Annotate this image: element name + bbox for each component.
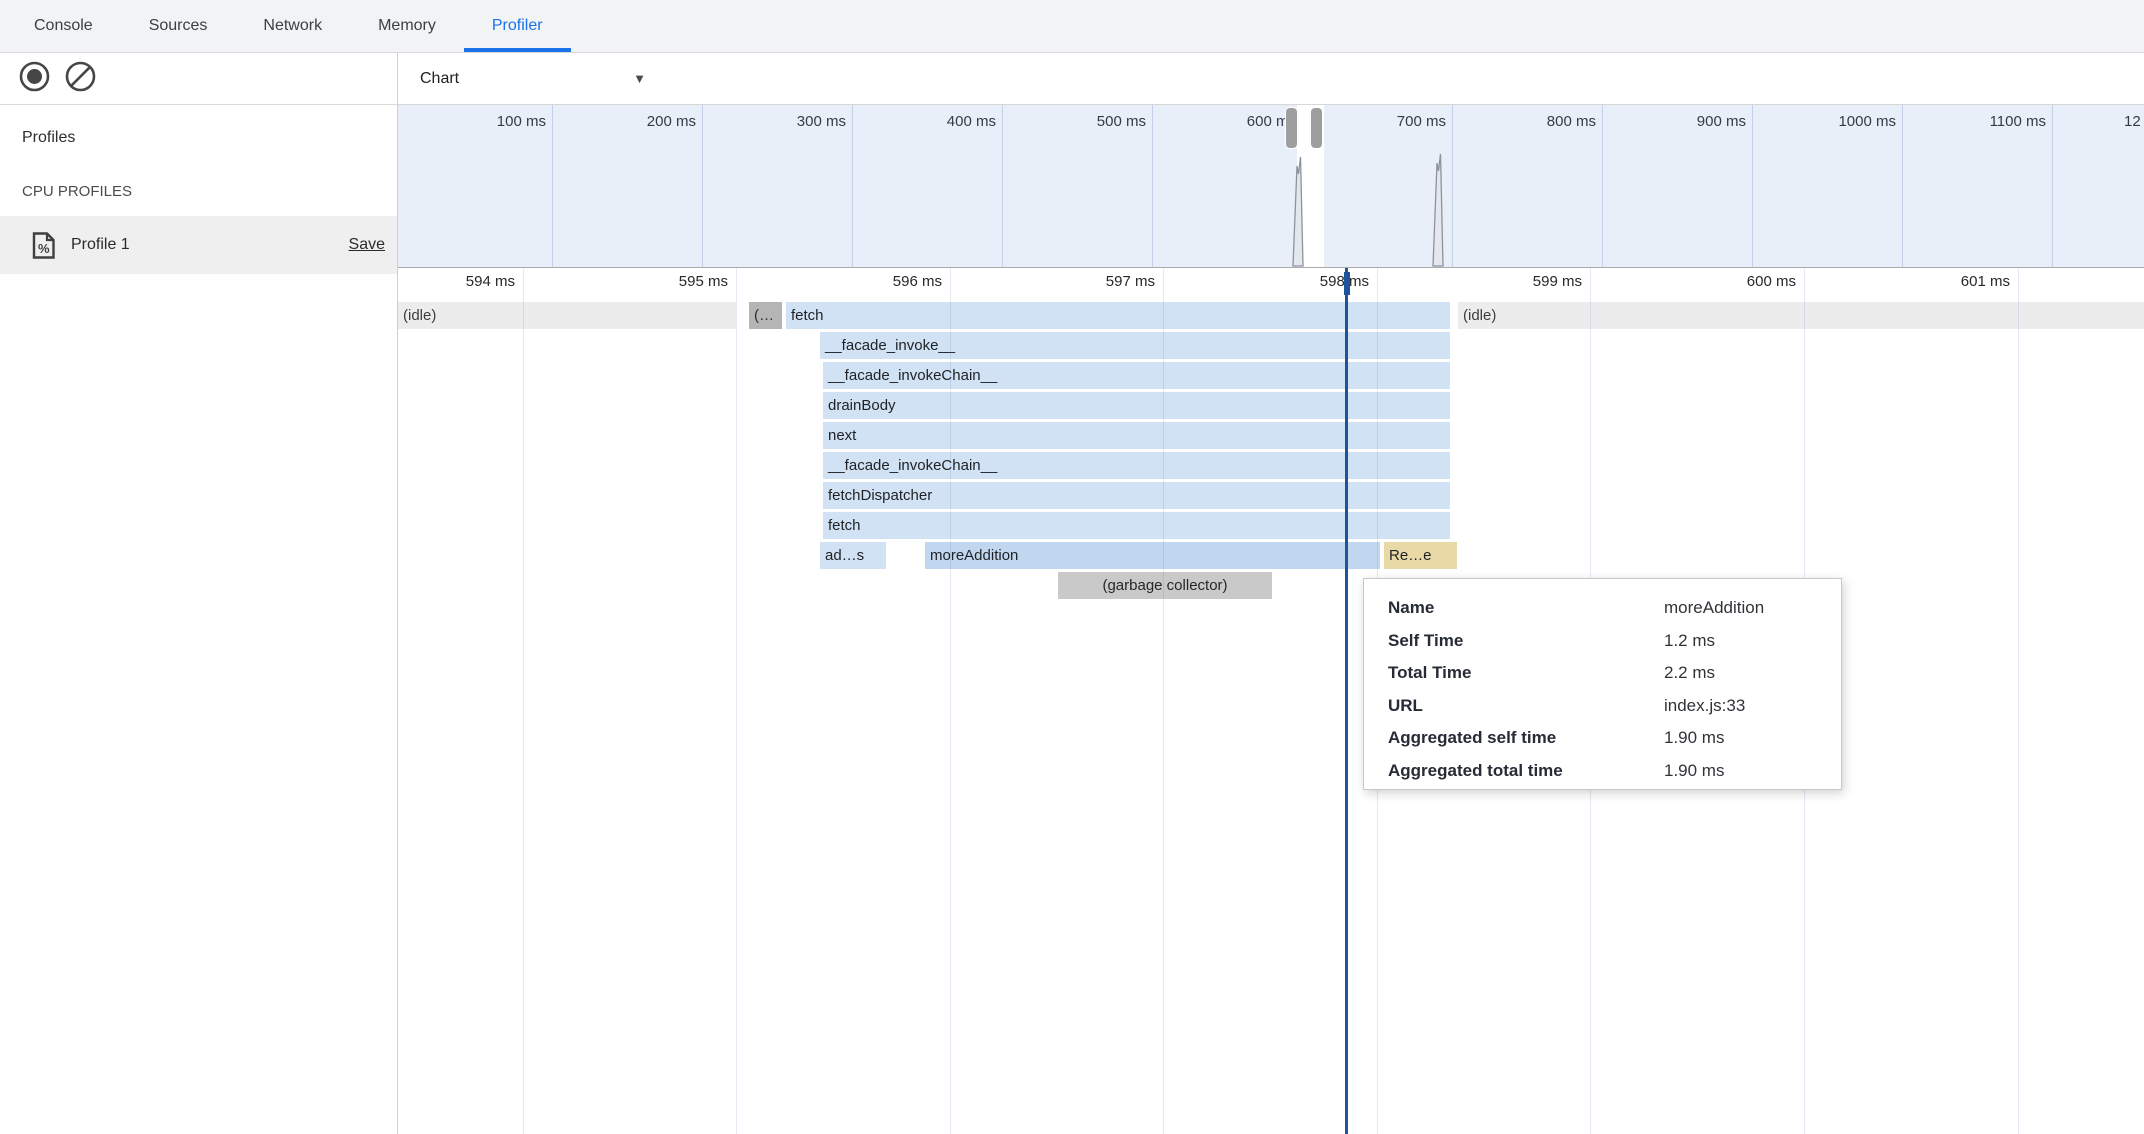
flame-block-facade-invokechain[interactable]: __facade_invokeChain__: [823, 452, 1450, 479]
tooltip-label: Total Time: [1388, 657, 1664, 690]
flame-gridline: [1163, 268, 1164, 1134]
cpu-activity-spikes: [398, 105, 2144, 268]
flame-row: (idle) (…fetch (idle): [398, 302, 2144, 329]
ruler-tick-label: 599 ms: [1492, 273, 1582, 290]
flame-block-garbage-collector[interactable]: (garbage collector): [1058, 572, 1272, 599]
selection-left-handle[interactable]: [1286, 108, 1297, 148]
playhead-line[interactable]: [1345, 268, 1348, 1134]
ruler-tick-label: 600 ms: [1706, 273, 1796, 290]
flame-gridline: [523, 268, 524, 1134]
ruler-tick-label: 596 ms: [852, 273, 942, 290]
record-icon: [19, 61, 50, 97]
flame-block-facade-invoke[interactable]: __facade_invoke__: [820, 332, 1450, 359]
flame-block-fetchdispatcher[interactable]: fetchDispatcher: [823, 482, 1450, 509]
flame-block-drainbody[interactable]: drainBody: [823, 392, 1450, 419]
flame-chart-area[interactable]: NamemoreAddition Self Time1.2 ms Total T…: [398, 268, 2144, 1134]
flame-block-next[interactable]: next: [823, 422, 1450, 449]
ruler-tick-label: 597 ms: [1065, 273, 1155, 290]
tooltip-label: URL: [1388, 690, 1664, 723]
ruler-tick-label: 595 ms: [638, 273, 728, 290]
view-mode-select[interactable]: Chart ▼: [420, 70, 646, 88]
flame-block-facade-invokechain[interactable]: __facade_invokeChain__: [823, 362, 1450, 389]
chevron-down-icon: ▼: [633, 71, 646, 86]
profiler-view-toolbar: Chart ▼: [398, 53, 2144, 105]
tooltip-label: Aggregated self time: [1388, 722, 1664, 755]
tooltip-value: 2.2 ms: [1664, 657, 1715, 690]
tooltip-label: Name: [1388, 592, 1664, 625]
flame-gridline: [950, 268, 951, 1134]
flame-block-idle[interactable]: (idle): [1458, 302, 2144, 329]
selection-right-handle[interactable]: [1311, 108, 1322, 148]
tooltip-value: 1.2 ms: [1664, 625, 1715, 658]
profiles-toolbar: [0, 53, 397, 105]
flame-block-fetch[interactable]: fetch: [823, 512, 1450, 539]
tooltip-value: 1.90 ms: [1664, 755, 1724, 788]
ruler-tick-label: 601 ms: [1920, 273, 2010, 290]
clear-profiles-icon: [65, 61, 96, 97]
profile-name: Profile 1: [71, 236, 130, 254]
flame-gridline: [2018, 268, 2019, 1134]
timeline-overview[interactable]: 100 ms200 ms300 ms400 ms500 ms600 ms700 …: [398, 105, 2144, 268]
record-button[interactable]: [18, 63, 50, 95]
tooltip-value: moreAddition: [1664, 592, 1764, 625]
save-profile-link[interactable]: Save: [349, 236, 385, 254]
flame-block-[interactable]: (…: [749, 302, 782, 329]
view-mode-value: Chart: [420, 70, 459, 88]
tab-sources[interactable]: Sources: [121, 0, 236, 52]
tooltip-label: Self Time: [1388, 625, 1664, 658]
cpu-profiles-section-label: CPU PROFILES: [22, 183, 397, 200]
devtools-window: Console Sources Network Memory Profiler: [0, 0, 2144, 1134]
flame-row: __facade_invokeChain__: [398, 452, 2144, 479]
profiles-sidebar: Profiles CPU PROFILES % Profile 1 Save: [0, 53, 398, 1134]
flame-row: ad…s moreAdditionRe…e: [398, 542, 2144, 569]
flame-row: __facade_invokeChain__: [398, 362, 2144, 389]
profiles-heading: Profiles: [22, 129, 397, 147]
flame-block-fetch[interactable]: fetch: [786, 302, 1450, 329]
profile-item-profile-1[interactable]: % Profile 1 Save: [0, 216, 397, 274]
ruler-tick-label: 594 ms: [425, 273, 515, 290]
frame-details-tooltip: NamemoreAddition Self Time1.2 ms Total T…: [1363, 578, 1842, 790]
ruler-tick-label: 598 ms: [1279, 273, 1369, 290]
svg-text:%: %: [38, 241, 50, 256]
tooltip-value: 1.90 ms: [1664, 722, 1724, 755]
flame-row: next: [398, 422, 2144, 449]
tab-profiler[interactable]: Profiler: [464, 0, 571, 52]
flame-block-idle[interactable]: (idle): [398, 302, 736, 329]
flame-row: __facade_invoke__: [398, 332, 2144, 359]
flame-row: drainBody: [398, 392, 2144, 419]
flame-row: fetchDispatcher: [398, 482, 2144, 509]
tooltip-value: index.js:33: [1664, 690, 1745, 723]
profile-document-icon: %: [32, 232, 55, 259]
flame-block-ad-s[interactable]: ad…s: [820, 542, 886, 569]
playhead-marker[interactable]: [1344, 272, 1350, 295]
tab-console[interactable]: Console: [6, 0, 121, 52]
tab-memory[interactable]: Memory: [350, 0, 464, 52]
flame-block-re-e[interactable]: Re…e: [1384, 542, 1457, 569]
clear-profiles-button[interactable]: [64, 63, 96, 95]
flame-row: (garbage collector): [398, 572, 2144, 599]
devtools-tabbar: Console Sources Network Memory Profiler: [0, 0, 2144, 53]
flame-gridline: [736, 268, 737, 1134]
flame-block-moreaddition[interactable]: moreAddition: [925, 542, 1380, 569]
tooltip-label: Aggregated total time: [1388, 755, 1664, 788]
flame-row: fetch: [398, 512, 2144, 539]
tab-network[interactable]: Network: [235, 0, 350, 52]
profiler-main-panel: Chart ▼ 100 ms200 ms300 ms400 ms500 ms60…: [398, 53, 2144, 1134]
